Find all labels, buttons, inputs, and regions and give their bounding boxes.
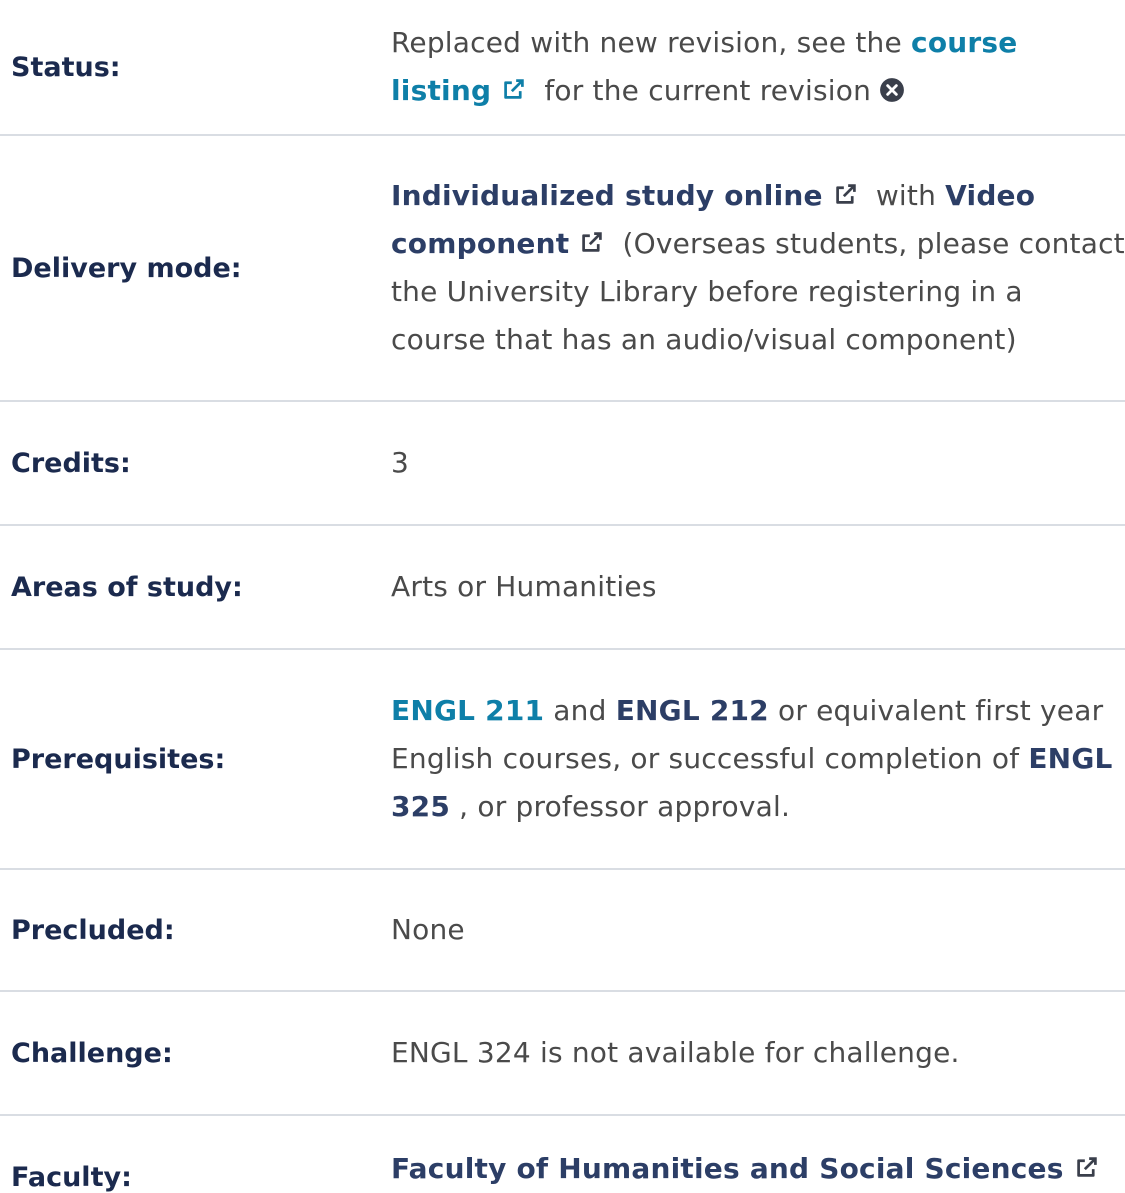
external-link-icon[interactable]: [501, 76, 527, 102]
engl-211-link[interactable]: ENGL 211: [391, 694, 544, 727]
credits-value: 3: [391, 446, 410, 479]
close-circle-icon[interactable]: [879, 77, 905, 103]
external-link-icon[interactable]: [833, 181, 859, 207]
row-faculty: Faculty: Faculty of Humanities and Socia…: [0, 1116, 1125, 1193]
precluded-value: None: [391, 913, 465, 946]
engl-212-link[interactable]: ENGL 212: [616, 694, 769, 727]
faculty-label: Faculty:: [11, 1162, 132, 1193]
prereq-and-text: and: [553, 694, 607, 727]
row-prerequisites: Prerequisites: ENGL 211 and ENGL 212 or …: [0, 650, 1125, 870]
status-text-after: for the current revision: [544, 74, 872, 107]
status-text-before: Replaced with new revision, see the: [391, 26, 902, 59]
precluded-label: Precluded:: [11, 914, 175, 946]
row-challenge: Challenge: ENGL 324 is not available for…: [0, 992, 1125, 1116]
credits-label: Credits:: [11, 447, 131, 479]
row-delivery-mode: Delivery mode: Individualized study onli…: [0, 136, 1125, 402]
course-details-table: Status: Replaced with new revision, see …: [0, 0, 1125, 1193]
row-areas-of-study: Areas of study: Arts or Humanities: [0, 526, 1125, 650]
delivery-mode-label: Delivery mode:: [11, 252, 242, 284]
row-status: Status: Replaced with new revision, see …: [0, 0, 1125, 136]
prereq-end-text: , or professor approval.: [459, 790, 791, 823]
delivery-with-text: with: [875, 179, 937, 212]
external-link-icon[interactable]: [1074, 1154, 1100, 1180]
faculty-value: Faculty of Humanities and Social Science…: [391, 1145, 1125, 1193]
challenge-value: ENGL 324 is not available for challenge.: [391, 1036, 960, 1069]
areas-of-study-value: Arts or Humanities: [391, 570, 657, 603]
delivery-mode-value: Individualized study online with Video c…: [391, 172, 1125, 364]
external-link-icon[interactable]: [579, 229, 605, 255]
areas-of-study-label: Areas of study:: [11, 571, 243, 603]
prerequisites-value: ENGL 211 and ENGL 212 or equivalent firs…: [391, 687, 1125, 831]
prerequisites-label: Prerequisites:: [11, 743, 226, 775]
row-precluded: Precluded: None: [0, 870, 1125, 992]
individualized-study-link[interactable]: Individualized study online: [391, 179, 823, 212]
faculty-link[interactable]: Faculty of Humanities and Social Science…: [391, 1152, 1064, 1185]
challenge-label: Challenge:: [11, 1037, 173, 1069]
status-value: Replaced with new revision, see the cour…: [391, 19, 1125, 115]
status-label: Status:: [11, 51, 121, 83]
row-credits: Credits: 3: [0, 402, 1125, 526]
